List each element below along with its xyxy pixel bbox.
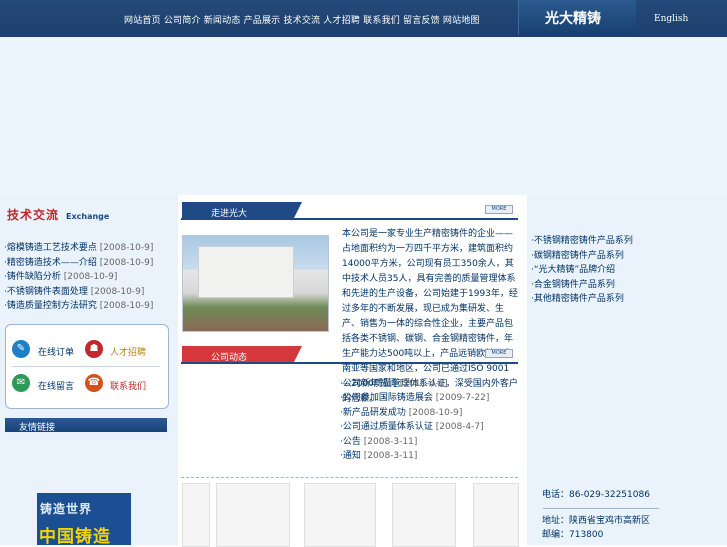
product-category-link[interactable]: ·“光大精铸”品牌介绍 <box>531 262 615 275</box>
company-building <box>198 246 294 298</box>
friend-link-bottom-text: 中国铸造 <box>39 527 111 547</box>
news-section-title: 公司动态 <box>211 353 248 363</box>
online-order-link[interactable]: 在线订单 <box>38 345 74 358</box>
banner-area <box>0 37 727 195</box>
product-image[interactable] <box>182 483 210 547</box>
product-image[interactable] <box>304 483 376 547</box>
news-item-date: [2008-10-9] <box>408 408 463 418</box>
news-item[interactable]: ·公司参加国际铸造展会 [2009-7-22] <box>340 390 489 403</box>
news-item-label[interactable]: ·公司新年贺词 <box>340 379 397 389</box>
product-strip-divider <box>181 477 518 479</box>
news-item-label[interactable]: ·公司参加国际铸造展会 <box>340 393 433 403</box>
online-message-link[interactable]: 在线留言 <box>38 379 74 392</box>
about-section-title: 走进光大 <box>211 209 248 219</box>
tech-item-date: [2008-10-9] <box>90 287 145 297</box>
order-icon[interactable]: ✎ <box>12 340 30 358</box>
product-category-link[interactable]: ·合金钢铸件产品系列 <box>531 277 615 290</box>
product-category-link[interactable]: ·碳钢精密铸件产品系列 <box>531 248 624 261</box>
tech-item-date: [2008-10-9] <box>99 301 154 311</box>
message-icon[interactable]: ✉ <box>12 374 30 392</box>
tech-item[interactable]: ·铸件缺陷分析 [2008-10-9] <box>4 269 117 282</box>
main-navigation[interactable]: 网站首页 公司简介 新闻动态 产品展示 技术交流 人才招聘 联系我们 留言反馈 … <box>124 13 480 26</box>
news-item-date: [2011-4-6] <box>399 379 448 389</box>
news-item[interactable]: ·公司新年贺词 [2011-4-6] <box>340 376 448 389</box>
news-item[interactable]: ·通知 [2008-3-11] <box>340 448 417 461</box>
tech-item-date: [2008-10-9] <box>99 243 154 253</box>
news-item-label[interactable]: ·通知 <box>340 451 361 461</box>
product-category-link[interactable]: ·不锈钢精密铸件产品系列 <box>531 233 633 246</box>
product-category-link[interactable]: ·其他精密铸件产品系列 <box>531 291 624 304</box>
services-divider <box>12 366 160 367</box>
tech-item[interactable]: ·铸造质量控制方法研究 [2008-10-9] <box>4 298 153 311</box>
tech-item-label[interactable]: ·熔模铸造工艺技术要点 <box>4 243 97 253</box>
news-item-label[interactable]: ·公司通过质量体系认证 <box>340 422 433 432</box>
news-more-button[interactable]: MORE <box>485 349 513 358</box>
tech-item-label[interactable]: ·铸造质量控制方法研究 <box>4 301 97 311</box>
product-image[interactable] <box>473 483 519 547</box>
recruit-icon[interactable]: ☗ <box>85 340 103 358</box>
contact-postcode: 邮编：713800 <box>542 530 604 540</box>
friend-links-title: 友情链接 <box>19 423 56 433</box>
tech-exchange-title: 技术交流 <box>7 208 60 222</box>
logo-text: 光大精铸 <box>545 11 601 27</box>
product-image[interactable] <box>392 483 456 547</box>
contact-us-link[interactable]: 联系我们 <box>110 379 146 392</box>
tech-item-label[interactable]: ·铸件缺陷分析 <box>4 272 61 282</box>
news-item-label[interactable]: ·公告 <box>340 437 361 447</box>
contact-divider <box>543 508 659 509</box>
news-item[interactable]: ·公司通过质量体系认证 [2008-4-7] <box>340 419 484 432</box>
news-item-date: [2008-3-11] <box>363 451 418 461</box>
contact-icon[interactable]: ☎ <box>85 374 103 392</box>
tech-item[interactable]: ·熔模铸造工艺技术要点 [2008-10-9] <box>4 240 153 253</box>
tech-item[interactable]: ·精密铸造技术——介绍 [2008-10-9] <box>4 255 153 268</box>
tech-item-date: [2008-10-9] <box>99 258 154 268</box>
news-item-label[interactable]: ·新产品研发成功 <box>340 408 406 418</box>
english-link[interactable]: English <box>654 14 688 24</box>
tech-item[interactable]: ·不锈钢铸件表面处理 [2008-10-9] <box>4 284 144 297</box>
friend-link-top-text: 铸造世界 <box>40 502 93 516</box>
tech-item-date: [2008-10-9] <box>63 272 118 282</box>
news-item[interactable]: ·新产品研发成功 [2008-10-9] <box>340 405 462 418</box>
contact-phone: 电话：86-029-32251086 <box>542 490 650 500</box>
news-item[interactable]: ·公告 [2008-3-11] <box>340 434 417 447</box>
tech-item-label[interactable]: ·精密铸造技术——介绍 <box>4 258 97 268</box>
news-item-date: [2009-7-22] <box>435 393 490 403</box>
contact-address: 地址：陕西省宝鸡市高新区 <box>542 516 651 526</box>
recruit-link[interactable]: 人才招聘 <box>110 345 146 358</box>
about-more-button[interactable]: MORE <box>485 205 513 214</box>
tech-exchange-subtitle: Exchange <box>66 212 110 221</box>
news-item-date: [2008-3-11] <box>363 437 418 447</box>
tech-item-label[interactable]: ·不锈钢铸件表面处理 <box>4 287 88 297</box>
product-image[interactable] <box>216 483 290 547</box>
news-item-date: [2008-4-7] <box>435 422 484 432</box>
